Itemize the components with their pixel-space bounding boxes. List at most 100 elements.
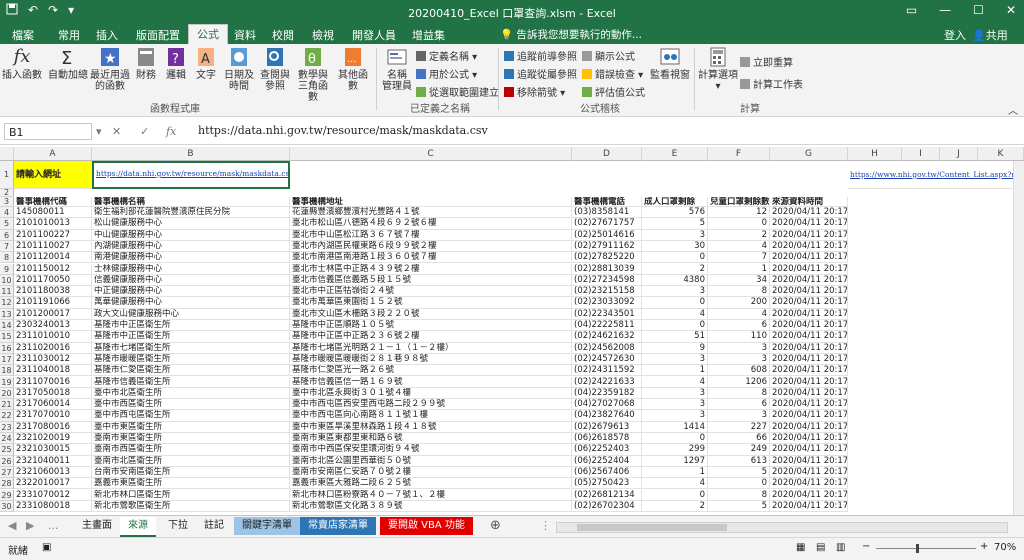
table-cell[interactable]: 1297 bbox=[642, 455, 708, 467]
table-cell[interactable]: 2020/04/11 20:17:52 bbox=[770, 478, 848, 490]
table-cell[interactable]: (02)27911162 bbox=[572, 240, 642, 253]
table-cell[interactable]: 2101150012 bbox=[14, 263, 92, 275]
table-cell[interactable]: (02)26812134 bbox=[572, 489, 642, 501]
table-cell[interactable]: 臺南市安南區仁安路７０號２樓 bbox=[290, 466, 572, 479]
table-cell[interactable]: 臺北市內湖區民權東路６段９９號２樓 bbox=[290, 240, 572, 253]
table-cell[interactable]: (04)22359182 bbox=[572, 387, 642, 400]
table-cell[interactable]: (02)23033092 bbox=[572, 297, 642, 309]
row-header[interactable]: 17 bbox=[0, 353, 14, 366]
row-header[interactable]: 4 bbox=[0, 207, 14, 219]
table-cell[interactable]: 3 bbox=[708, 353, 770, 366]
row-header[interactable]: 15 bbox=[0, 331, 14, 343]
table-cell[interactable]: 8 bbox=[708, 286, 770, 298]
tab-insert[interactable]: 插入 bbox=[96, 27, 118, 43]
calculate-now-button[interactable]: 立即重算 bbox=[740, 54, 793, 69]
minimize-icon[interactable]: — bbox=[939, 3, 951, 17]
table-cell[interactable]: (02)26702304 bbox=[572, 500, 642, 513]
row-header[interactable]: 13 bbox=[0, 308, 14, 320]
table-cell[interactable]: 臺中市東區旱溪里林森路１段４１８號 bbox=[290, 421, 572, 433]
table-cell[interactable]: 3 bbox=[642, 410, 708, 422]
table-cell[interactable]: 臺北市中山區松江路３６７號７樓 bbox=[290, 229, 572, 241]
row-header[interactable]: 22 bbox=[0, 410, 14, 422]
tab-split-handle[interactable]: ⋮ bbox=[540, 519, 551, 532]
error-checking-button[interactable]: 錯誤檢查 ▾ bbox=[582, 66, 643, 81]
table-cell[interactable]: 臺北市萬華區東園街１５２號 bbox=[290, 297, 572, 309]
table-cell[interactable]: 臺南市北區衛生所 bbox=[92, 455, 290, 467]
sheet-tab-3[interactable]: 註記 bbox=[196, 517, 232, 535]
insert-function-button[interactable]: fx 插入函數 bbox=[2, 46, 42, 81]
zoom-slider[interactable] bbox=[876, 548, 976, 549]
row-header[interactable]: 16 bbox=[0, 342, 14, 354]
row-header[interactable]: 29 bbox=[0, 489, 14, 501]
table-cell[interactable]: 嘉義市東區衛生所 bbox=[92, 478, 290, 490]
scroll-tabs-right-icon[interactable]: ▶ bbox=[26, 519, 34, 532]
table-cell[interactable]: 2 bbox=[708, 229, 770, 241]
table-cell[interactable]: 新北市林口區衛生所 bbox=[92, 489, 290, 501]
table-cell[interactable]: 基隆市七堵區光明路２１－１（１－２樓） bbox=[290, 342, 572, 354]
table-cell[interactable]: (02)24221633 bbox=[572, 376, 642, 388]
table-cell[interactable]: (02)22343501 bbox=[572, 308, 642, 320]
table-cell[interactable]: 0 bbox=[708, 478, 770, 490]
show-formulas-button[interactable]: 顯示公式 bbox=[582, 48, 635, 63]
table-cell[interactable]: (06)2252404 bbox=[572, 455, 642, 467]
table-cell[interactable]: 608 bbox=[708, 365, 770, 377]
table-cell[interactable]: 2101200017 bbox=[14, 308, 92, 320]
table-cell[interactable]: 6 bbox=[708, 320, 770, 332]
create-from-selection-button[interactable]: 從選取範圍建立 bbox=[416, 84, 499, 99]
table-cell[interactable]: 200 bbox=[708, 297, 770, 309]
table-cell[interactable]: 台南市安南區衛生所 bbox=[92, 466, 290, 479]
table-cell[interactable]: 基隆市信義區信一路１６９號 bbox=[290, 376, 572, 388]
row-header[interactable]: 12 bbox=[0, 297, 14, 309]
row-header[interactable]: 3 bbox=[0, 197, 14, 207]
tab-file[interactable]: 檔案 bbox=[12, 27, 34, 43]
table-cell[interactable]: 1414 bbox=[642, 421, 708, 433]
table-cell[interactable]: 1 bbox=[708, 263, 770, 275]
formula-input[interactable]: https://data.nhi.gov.tw/resource/mask/ma… bbox=[198, 124, 488, 137]
row-header[interactable]: 2 bbox=[0, 189, 14, 197]
table-cell[interactable]: 2020/04/11 20:17:52 bbox=[770, 320, 848, 332]
tab-formulas[interactable]: 公式 bbox=[188, 24, 228, 45]
table-cell[interactable]: 4 bbox=[642, 308, 708, 320]
date-time-button[interactable]: 日期及 時間 bbox=[222, 46, 256, 92]
table-cell[interactable]: 12 bbox=[708, 207, 770, 219]
table-cell[interactable]: 34 bbox=[708, 274, 770, 287]
table-cell[interactable]: 萬華健康服務中心 bbox=[92, 297, 290, 309]
table-cell[interactable]: 2020/04/11 20:17:52 bbox=[770, 229, 848, 241]
table-cell[interactable]: 基隆市仁愛區衛生所 bbox=[92, 365, 290, 377]
table-cell[interactable]: 基隆市中正區順路１０５號 bbox=[290, 320, 572, 332]
select-all-corner[interactable] bbox=[0, 147, 14, 161]
math-trig-button[interactable]: θ 數學與 三角函數 bbox=[294, 46, 332, 103]
column-header-c[interactable]: C bbox=[290, 147, 572, 161]
row-header[interactable]: 5 bbox=[0, 218, 14, 230]
collapse-ribbon-icon[interactable]: ︿ bbox=[1008, 102, 1018, 117]
table-cell[interactable]: (04)23827640 bbox=[572, 410, 642, 422]
table-cell[interactable]: (04)22225811 bbox=[572, 320, 642, 332]
financial-button[interactable]: 財務 bbox=[132, 46, 160, 81]
row-header[interactable]: 28 bbox=[0, 478, 14, 490]
tab-page-layout[interactable]: 版面配置 bbox=[136, 27, 180, 43]
table-cell[interactable]: 7 bbox=[708, 252, 770, 264]
row-header[interactable]: 24 bbox=[0, 433, 14, 445]
table-cell[interactable]: 2321030015 bbox=[14, 444, 92, 456]
table-cell[interactable]: 2020/04/11 20:17:52 bbox=[770, 252, 848, 264]
table-cell[interactable]: 臺南市中西區保安里環河街９４號 bbox=[290, 444, 572, 456]
normal-view-icon[interactable]: ▦ bbox=[796, 542, 805, 553]
table-cell[interactable]: 4 bbox=[642, 376, 708, 388]
table-cell[interactable]: 2321040011 bbox=[14, 455, 92, 467]
column-header-j[interactable]: J bbox=[940, 147, 978, 161]
row-header[interactable]: 7 bbox=[0, 240, 14, 253]
table-cell[interactable]: 2020/04/11 20:17:52 bbox=[770, 421, 848, 433]
table-cell[interactable]: 3 bbox=[642, 353, 708, 366]
table-cell[interactable]: 臺中市東區衛生所 bbox=[92, 421, 290, 433]
maximize-icon[interactable]: ☐ bbox=[973, 3, 984, 17]
table-cell[interactable]: 臺北市士林區中正路４３９號２樓 bbox=[290, 263, 572, 275]
row-header[interactable]: 14 bbox=[0, 320, 14, 332]
table-cell[interactable]: 2101170050 bbox=[14, 274, 92, 287]
sheet-tab-1[interactable]: 來源 bbox=[120, 517, 156, 537]
table-cell[interactable]: 2020/04/11 20:17:52 bbox=[770, 444, 848, 456]
close-icon[interactable]: ✕ bbox=[1006, 3, 1016, 17]
table-cell[interactable]: 0 bbox=[642, 297, 708, 309]
zoom-in-icon[interactable]: + bbox=[980, 541, 988, 552]
table-cell[interactable]: 0 bbox=[642, 489, 708, 501]
lookup-button[interactable]: 查閱與 參照 bbox=[258, 46, 292, 92]
